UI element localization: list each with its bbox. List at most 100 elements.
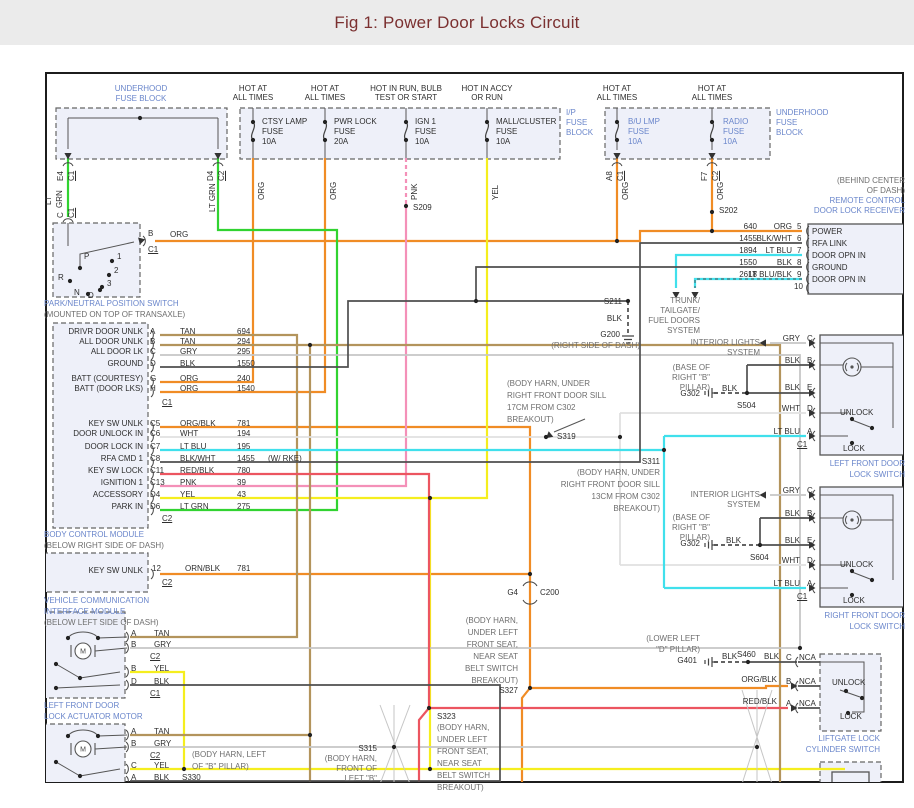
diagram-label: ORG [774,222,792,231]
diagram-label: (RIGHT SIDE OF DASH) [551,341,640,350]
diagram-label: 10A [723,137,737,146]
diagram-label: FUSE [262,127,283,136]
diagram-label: H [150,384,156,393]
diagram-label: 13CM FROM C302 [592,492,660,501]
diagram-label: BLK [777,258,792,267]
diagram-label: FUEL DOORS [648,316,700,325]
diagram-label: S327 [499,686,518,695]
junction-dot [710,120,714,124]
diagram-label: 10A [415,137,429,146]
diagram-label: B [131,664,136,673]
junction-dot [850,417,854,421]
diagram-label: UNLOCK [832,678,865,687]
diagram-label: LT BLU [766,246,792,255]
diagram-label: 39 [237,478,246,487]
diagram-label: ORN/BLK [185,564,220,573]
diagram-label: (BODY HARN, LEFT [192,750,266,759]
diagram-label: C [131,761,137,770]
diagram-label: 781 [237,419,250,428]
diagram-label: S311 [642,457,660,466]
diagram-label: KEY SW UNLK [88,419,143,428]
diagram-label: TRUNK/ [670,296,700,305]
right-front-door-lock-switch [820,487,905,607]
diagram-label: GRY [154,739,171,748]
diagram-label: C2 [150,751,160,760]
diagram-label: GROUND [107,359,143,368]
diagram-label: TAN [180,337,195,346]
diagram-label: ACCESSORY [93,490,143,499]
diagram-label: FRONT OF [336,764,377,773]
diagram-label: 1 [117,252,121,261]
connector-bracket-icon [126,776,128,786]
blk-wht-1455-rfa [160,243,802,462]
diagram-label: RED/BLK [180,466,214,475]
diagram-label: POWER [812,227,842,236]
diagram-label: A [150,327,155,336]
diagram-label: DRIVR DOOR UNLK [68,327,143,336]
junction-dot [758,543,762,547]
gry-295-all-lk [160,355,800,648]
connector-bracket-icon [126,667,128,677]
junction-dot [308,733,312,737]
diagram-label: YEL [180,490,195,499]
diagram-label: 12 [152,564,161,573]
diagram-label: (BODY HARN, [325,754,377,763]
diagram-label: FUSE [566,118,587,127]
diagram-label: FUSE BLOCK [116,94,167,103]
diagram-label: ORG [170,230,188,239]
diagram-label: 640 [744,222,757,231]
diagram-label: D [807,404,813,413]
diagram-label: BLK [785,536,800,545]
diagram-label: NEAR SEAT [473,652,518,661]
diagram-label: C1 [616,171,625,181]
diagram-label: BATT (DOOR LKS) [74,384,143,393]
diagram-label: BLK [607,314,622,323]
diagram-label: A [131,629,136,638]
diagram-label: 10A [262,137,276,146]
diagram-label: A [807,427,812,436]
diagram-label: C [807,486,813,495]
diagram-label: IGNITION 1 [101,478,143,487]
junction-dot [755,745,759,749]
junction-dot [870,426,874,430]
diagram-label: FRONT SEAT, [467,640,518,649]
lamp-dot-icon [850,518,853,521]
diagram-label: 1550 [739,258,757,267]
diagram-label: BLK [154,677,169,686]
diagram-label: RIGHT "B" [672,373,710,382]
junction-dot [138,116,142,120]
junction-dot [78,676,82,680]
diagram-label: PNK [180,478,196,487]
diagram-label: B [786,677,791,686]
diagram-label: BLK [180,359,195,368]
diagram-label: WHT [180,429,198,438]
junction-dot [404,138,408,142]
inline-connector-icon [63,219,73,222]
diagram-label: LIFTGATE LOCK [818,734,880,743]
junction-dot [54,686,58,690]
diagram-label: DOOR LOCK IN [85,442,143,451]
diagram-label: YEL [154,664,169,673]
diagram-label: 1455 [237,454,255,463]
diagram-label: FUSE [496,127,517,136]
diagram-label: C6 [150,429,160,438]
diagram-label: BLK [764,652,779,661]
diagram-label: I/P [566,108,576,117]
diagram-label: ALL DOOR LK [91,347,143,356]
partial-inner-box [832,772,869,792]
junction-dot [392,745,396,749]
diagram-label: G200 [600,330,620,339]
diagram-label: LT BLU [180,442,206,451]
diagram-label: BREAKOUT) [507,415,554,424]
connector-bracket-icon [126,764,128,774]
diagram-label: 10A [628,137,642,146]
diagram-label: (BELOW RIGHT SIDE OF DASH) [44,541,164,550]
diagram-label: D [150,359,156,368]
diagram-label: 3 [107,279,111,288]
diagram-label: TAILGATE/ [660,306,700,315]
junction-dot [100,285,104,289]
diagram-label: S211 [604,297,622,306]
diagram-label: BREAKOUT) [471,676,518,685]
diagram-label: B [150,337,155,346]
diagram-label: BLOCK [566,128,593,137]
